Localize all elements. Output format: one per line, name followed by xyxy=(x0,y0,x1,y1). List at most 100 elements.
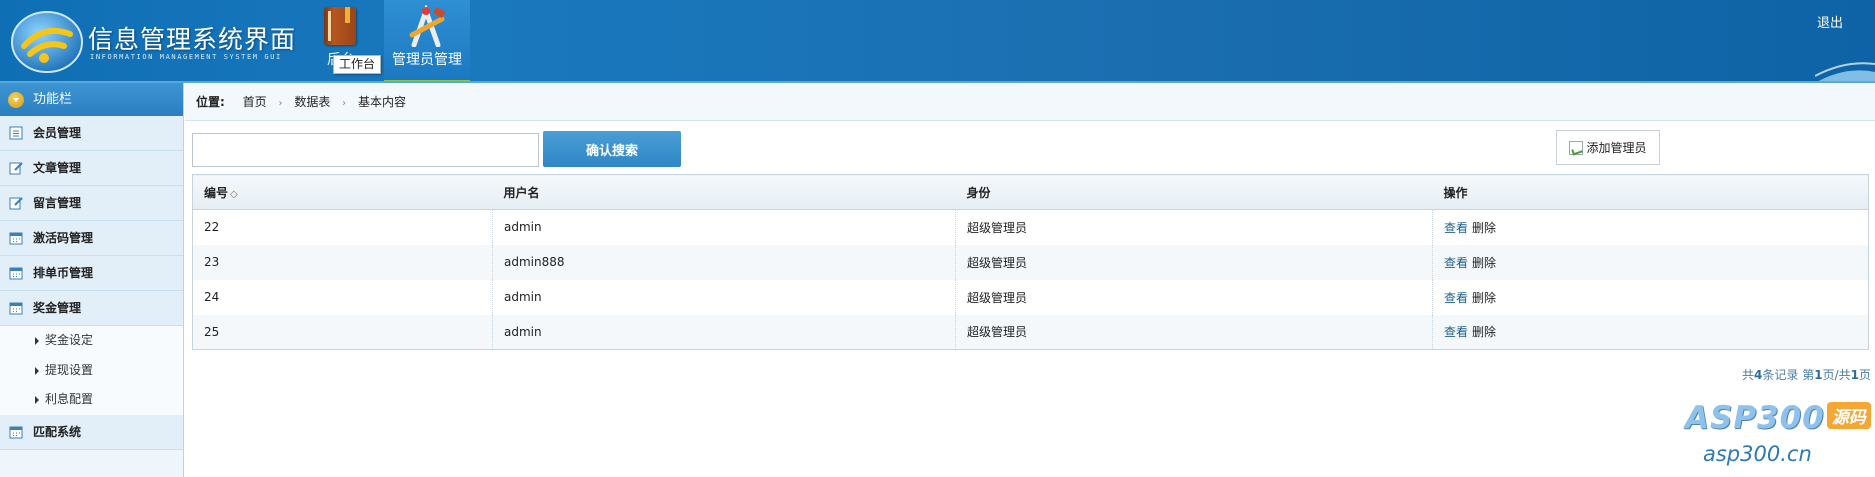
sidebar-item-label: 会员管理 xyxy=(33,126,82,140)
nav-tooltip: 工作台 xyxy=(333,55,382,74)
sidebar-item-label: 匹配系统 xyxy=(33,424,82,439)
pager-records-text: 条记录 第 xyxy=(1762,368,1815,382)
table-row: 22 admin 超级管理员 查看 删除 xyxy=(192,209,1869,245)
calendar-icon xyxy=(9,232,23,245)
list-icon xyxy=(9,126,23,140)
sidebar-item-label: 激活码管理 xyxy=(33,231,94,245)
submenu-label: 提现设置 xyxy=(45,362,94,377)
header-swoosh-decoration xyxy=(1815,62,1875,83)
pager-suffix: 页 xyxy=(1858,368,1871,382)
cell-actions: 查看 删除 xyxy=(1433,280,1869,315)
view-link[interactable]: 查看 xyxy=(1444,256,1468,270)
watermark-brand: ASP300 xyxy=(1685,400,1825,436)
breadcrumb-home[interactable]: 首页 xyxy=(243,95,267,109)
delete-link[interactable]: 删除 xyxy=(1472,291,1496,305)
view-link[interactable]: 查看 xyxy=(1444,325,1468,339)
cell-id: 22 xyxy=(192,209,493,245)
admin-table: 编号 ◇ 用户名 身份 操作 22 admin 超级管理员 查看 删除 23 adm… xyxy=(192,174,1869,350)
breadcrumb-label: 位置: xyxy=(196,95,225,109)
add-admin-button[interactable]: 添加管理员 xyxy=(1556,130,1660,165)
sidebar-item-members[interactable]: 会员管理 xyxy=(0,116,183,151)
nav-admin-management[interactable]: 管理员管理 xyxy=(384,0,470,83)
sidebar-item-label: 奖金管理 xyxy=(33,301,82,315)
watermark-domain: asp300.cn xyxy=(1703,442,1812,466)
column-header-label: 编号 xyxy=(204,185,229,200)
pager-prefix: 共 xyxy=(1742,368,1755,382)
sidebar-item-label: 文章管理 xyxy=(33,161,82,175)
column-header-id[interactable]: 编号 ◇ xyxy=(192,174,493,210)
cell-role: 超级管理员 xyxy=(955,209,1433,245)
breadcrumb-datatable[interactable]: 数据表 xyxy=(294,95,330,109)
view-link[interactable]: 查看 xyxy=(1444,291,1468,305)
sidebar-item-bonus[interactable]: 奖金管理 xyxy=(0,291,183,326)
logout-link[interactable]: 退出 xyxy=(1817,12,1843,31)
breadcrumb: 位置: 首页 › 数据表 › 基本内容 xyxy=(185,83,1875,121)
pager-total-pages: 1 xyxy=(1850,368,1859,382)
column-header-actions: 操作 xyxy=(1432,174,1869,210)
add-admin-label: 添加管理员 xyxy=(1586,141,1647,155)
pagination-info: 共4条记录 第1页/共1页 xyxy=(1742,366,1871,383)
caret-right-icon xyxy=(35,396,39,404)
sort-icon[interactable]: ◇ xyxy=(230,189,238,200)
cell-id: 23 xyxy=(192,244,493,280)
delete-link[interactable]: 删除 xyxy=(1472,221,1496,235)
column-header-role: 身份 xyxy=(955,174,1433,210)
caret-right-icon xyxy=(35,366,39,375)
sidebar-item-label: 留言管理 xyxy=(33,196,82,210)
watermark: ASP300 源码 asp300.cn xyxy=(1685,400,1871,466)
submenu-withdraw-settings[interactable]: 提现设置 xyxy=(0,356,183,386)
sidebar-item-order-coins[interactable]: 排单币管理 xyxy=(0,256,183,291)
sidebar-item-matching[interactable]: 匹配系统 xyxy=(0,414,183,450)
table-row: 23 admin888 超级管理员 查看 删除 xyxy=(192,244,1869,280)
cell-actions: 查看 删除 xyxy=(1433,210,1869,245)
top-header: 信息管理系统界面 INFORMATION MANAGEMENT SYSTEM G… xyxy=(0,0,1875,83)
chevron-down-icon[interactable] xyxy=(8,92,24,108)
logo-icon xyxy=(11,11,83,73)
edit-icon xyxy=(9,162,23,175)
sidebar-title: 功能栏 xyxy=(33,92,73,107)
sidebar-item-messages[interactable]: 留言管理 xyxy=(0,186,183,221)
submenu-label: 利息配置 xyxy=(45,392,94,406)
watermark-badge: 源码 xyxy=(1826,402,1871,429)
cell-username: admin xyxy=(492,314,956,350)
cell-role: 超级管理员 xyxy=(955,279,1433,315)
search-input[interactable] xyxy=(192,133,539,167)
sidebar-header[interactable]: 功能栏 xyxy=(0,83,183,116)
nav-admin-label: 管理员管理 xyxy=(392,52,462,68)
delete-link[interactable]: 删除 xyxy=(1472,256,1496,270)
cell-id: 25 xyxy=(192,314,493,350)
search-button[interactable]: 确认搜索 xyxy=(543,131,681,167)
delete-link[interactable]: 删除 xyxy=(1472,325,1496,339)
column-header-username: 用户名 xyxy=(492,174,956,210)
tools-icon xyxy=(409,5,446,47)
table-row: 24 admin 超级管理员 查看 删除 xyxy=(192,279,1869,315)
calendar-icon xyxy=(9,426,23,438)
cell-role: 超级管理员 xyxy=(955,244,1433,280)
main-content: 位置: 首页 › 数据表 › 基本内容 确认搜索 添加管理员 编号 ◇ 用户名 身… xyxy=(185,83,1875,477)
calendar-icon xyxy=(9,267,23,280)
calendar-icon xyxy=(9,302,23,315)
pager-current-page: 1 xyxy=(1814,368,1823,382)
breadcrumb-separator: › xyxy=(342,98,347,109)
cell-actions: 查看 删除 xyxy=(1432,244,1869,280)
submenu-bonus-settings[interactable]: 奖金设定 xyxy=(0,326,183,356)
breadcrumb-current: 基本内容 xyxy=(357,95,406,109)
sidebar-item-articles[interactable]: 文章管理 xyxy=(0,151,183,186)
view-link[interactable]: 查看 xyxy=(1444,221,1468,235)
site-subtitle: INFORMATION MANAGEMENT SYSTEM GUI xyxy=(90,53,282,61)
submenu-interest-config[interactable]: 利息配置 xyxy=(0,385,183,415)
bonus-submenu: 奖金设定 提现设置 利息配置 xyxy=(0,326,183,415)
caret-right-icon xyxy=(35,337,39,345)
sidebar: 功能栏 会员管理 文章管理 留言管理 激活码管理 排单币管理 奖金管理 奖金设定… xyxy=(0,83,184,477)
cell-username: admin888 xyxy=(492,244,956,280)
pager-separator: 页/共 xyxy=(1822,368,1851,382)
sidebar-item-label: 排单币管理 xyxy=(33,266,94,280)
cell-role: 超级管理员 xyxy=(955,314,1433,350)
site-title: 信息管理系统界面 xyxy=(88,25,297,54)
sidebar-item-activation-codes[interactable]: 激活码管理 xyxy=(0,221,183,256)
broken-image-icon xyxy=(1569,140,1584,155)
submenu-label: 奖金设定 xyxy=(45,333,94,347)
breadcrumb-separator: › xyxy=(278,98,283,109)
table-header-row: 编号 ◇ 用户名 身份 操作 xyxy=(192,174,1869,210)
cell-id: 24 xyxy=(192,279,493,315)
